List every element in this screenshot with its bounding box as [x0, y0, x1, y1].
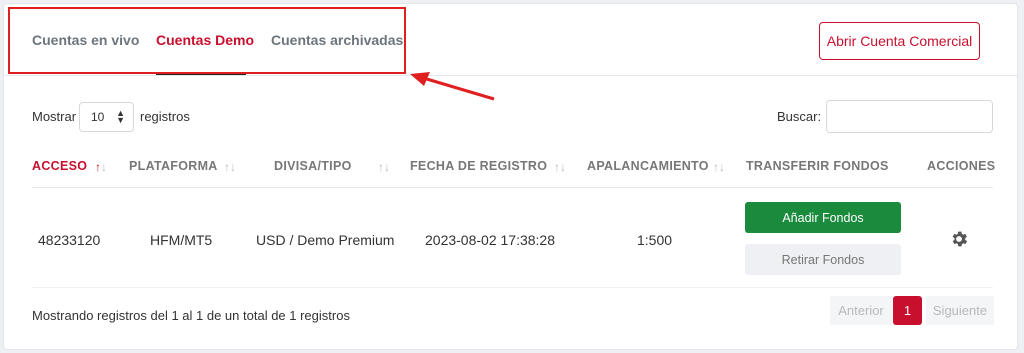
- column-header-transferir-fondos: TRANSFERIR FONDOS: [746, 159, 889, 173]
- column-header-plataforma[interactable]: PLATAFORMA: [129, 159, 218, 173]
- search-input[interactable]: [826, 100, 993, 133]
- updown-icon: ▲ ▼: [116, 108, 125, 125]
- add-funds-button[interactable]: Añadir Fondos: [745, 202, 901, 233]
- cell-plataforma: HFM/MT5: [150, 232, 213, 248]
- column-header-acciones: ACCIONES: [927, 159, 996, 173]
- pagination-page-button[interactable]: 1: [893, 296, 922, 325]
- page-size-value: 10: [91, 110, 105, 124]
- cell-acceso: 48233120: [38, 232, 101, 248]
- pagination-previous-button[interactable]: Anterior: [830, 296, 892, 325]
- records-label: registros: [140, 109, 190, 124]
- column-header-apalancamiento[interactable]: APALANCAMIENTO: [587, 159, 709, 173]
- header-divider: [32, 187, 993, 188]
- sort-icon: ↑↓: [713, 160, 725, 174]
- show-label: Mostrar: [32, 109, 77, 124]
- search-label: Buscar:: [777, 109, 822, 124]
- sort-icon: ↑↓: [378, 160, 390, 174]
- records-summary: Mostrando registros del 1 al 1 de un tot…: [32, 308, 350, 323]
- column-header-acceso[interactable]: ACCESO: [32, 159, 87, 173]
- column-header-fecha-registro[interactable]: FECHA DE REGISTRO: [410, 159, 547, 173]
- annotation-highlight-box: [8, 7, 406, 74]
- annotation-arrow-icon: [410, 72, 495, 101]
- sort-asc-icon: ↑↓: [95, 160, 107, 174]
- pagination-next-button[interactable]: Siguiente: [926, 296, 994, 325]
- sort-icon: ↑↓: [554, 160, 566, 174]
- cell-fecha-registro: 2023-08-02 17:38:28: [425, 232, 555, 248]
- sort-icon: ↑↓: [224, 160, 236, 174]
- cell-apalancamiento: 1:500: [637, 232, 673, 248]
- cell-divisa-tipo: USD / Demo Premium: [256, 232, 395, 248]
- column-header-divisa-tipo[interactable]: DIVISA/TIPO: [274, 159, 352, 173]
- page-size-select[interactable]: 10 ▲ ▼: [79, 102, 134, 132]
- open-trading-account-button[interactable]: Abrir Cuenta Comercial: [819, 22, 980, 60]
- withdraw-funds-button[interactable]: Retirar Fondos: [745, 244, 901, 275]
- row-divider: [32, 287, 993, 288]
- gear-icon[interactable]: [949, 229, 969, 249]
